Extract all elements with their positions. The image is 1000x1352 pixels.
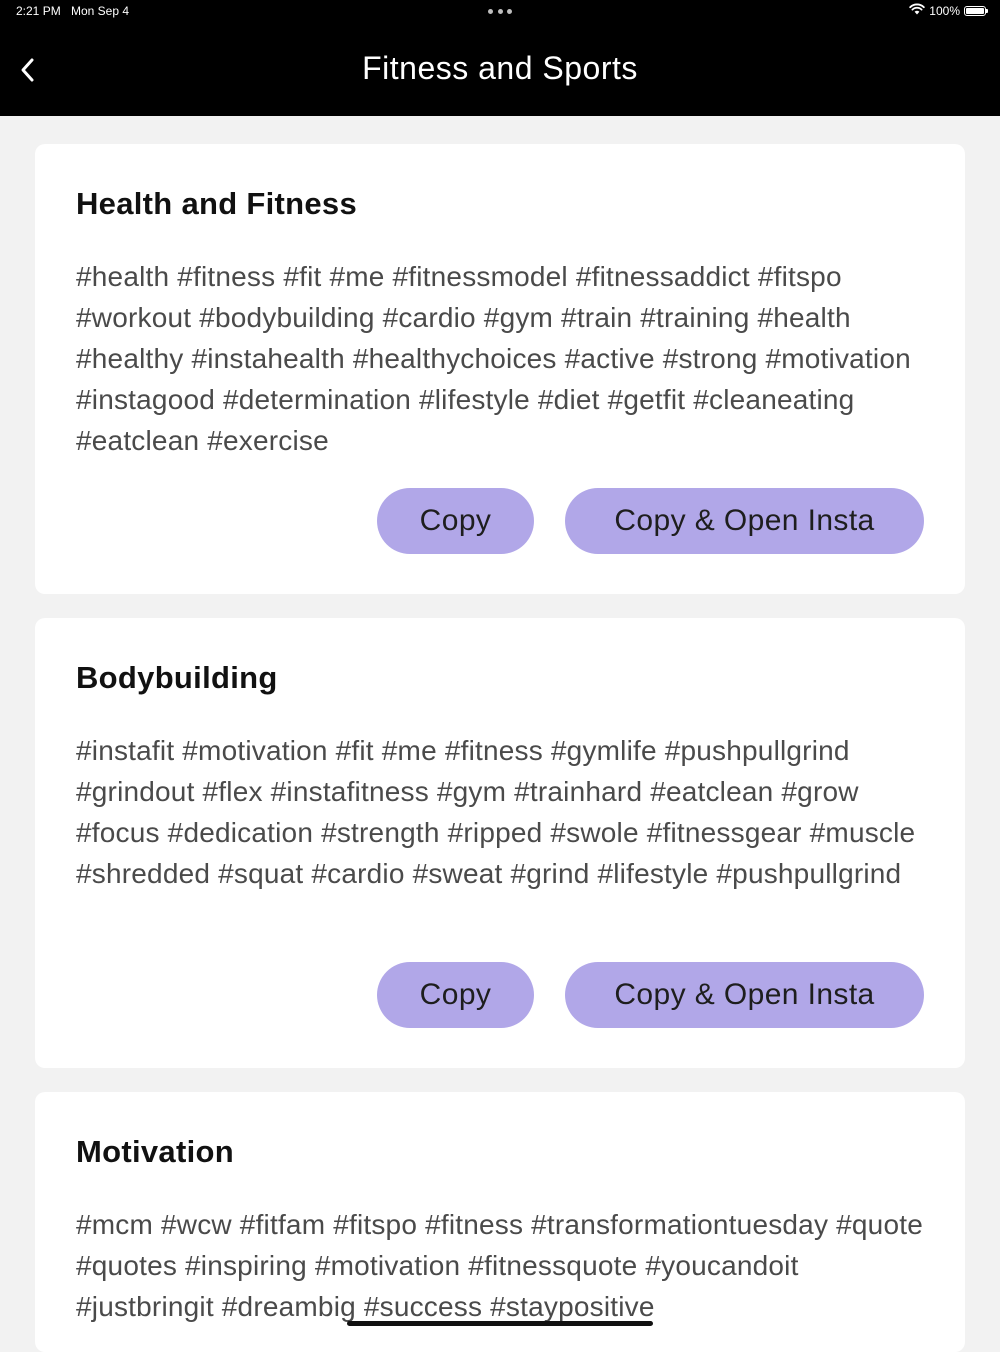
battery-icon — [964, 5, 988, 16]
hashtag-card-bodybuilding: Bodybuilding #instafit #motivation #fit … — [35, 618, 965, 1068]
card-title: Bodybuilding — [76, 660, 278, 695]
status-indicators: 100% — [909, 3, 988, 18]
copy-button[interactable]: Copy — [377, 488, 534, 554]
page-title: Fitness and Sports — [362, 50, 638, 86]
wifi-icon — [909, 3, 925, 18]
copy-and-open-insta-button[interactable]: Copy & Open Insta — [565, 488, 924, 554]
hashtag-text: #health #fitness #fit #me #fitnessmodel … — [76, 261, 911, 456]
card-title: Health and Fitness — [76, 186, 358, 221]
status-time: 2:21 PM — [16, 4, 61, 18]
hashtag-card-motivation: Motivation #mcm #wcw #fitfam #fitspo #fi… — [35, 1092, 965, 1352]
hashtag-text: #mcm #wcw #fitfam #fitspo #fitness #tran… — [76, 1209, 923, 1322]
status-date: Mon Sep 4 — [71, 4, 130, 18]
copy-button[interactable]: Copy — [377, 962, 534, 1028]
copy-and-open-insta-button[interactable]: Copy & Open Insta — [565, 962, 924, 1028]
battery-percent: 100% — [929, 3, 960, 18]
hashtag-text: #instafit #motivation #fit #me #fitness … — [76, 735, 916, 889]
navigation-bar: 2:21 PM Mon Sep 4 100% Fitness and Sport… — [0, 0, 1000, 116]
hashtag-card-health-and-fitness: Health and Fitness #health #fitness #fit… — [35, 144, 965, 594]
home-indicator[interactable] — [347, 1321, 653, 1326]
card-title: Motivation — [76, 1134, 234, 1169]
multitasking-dots-icon[interactable] — [488, 9, 512, 15]
